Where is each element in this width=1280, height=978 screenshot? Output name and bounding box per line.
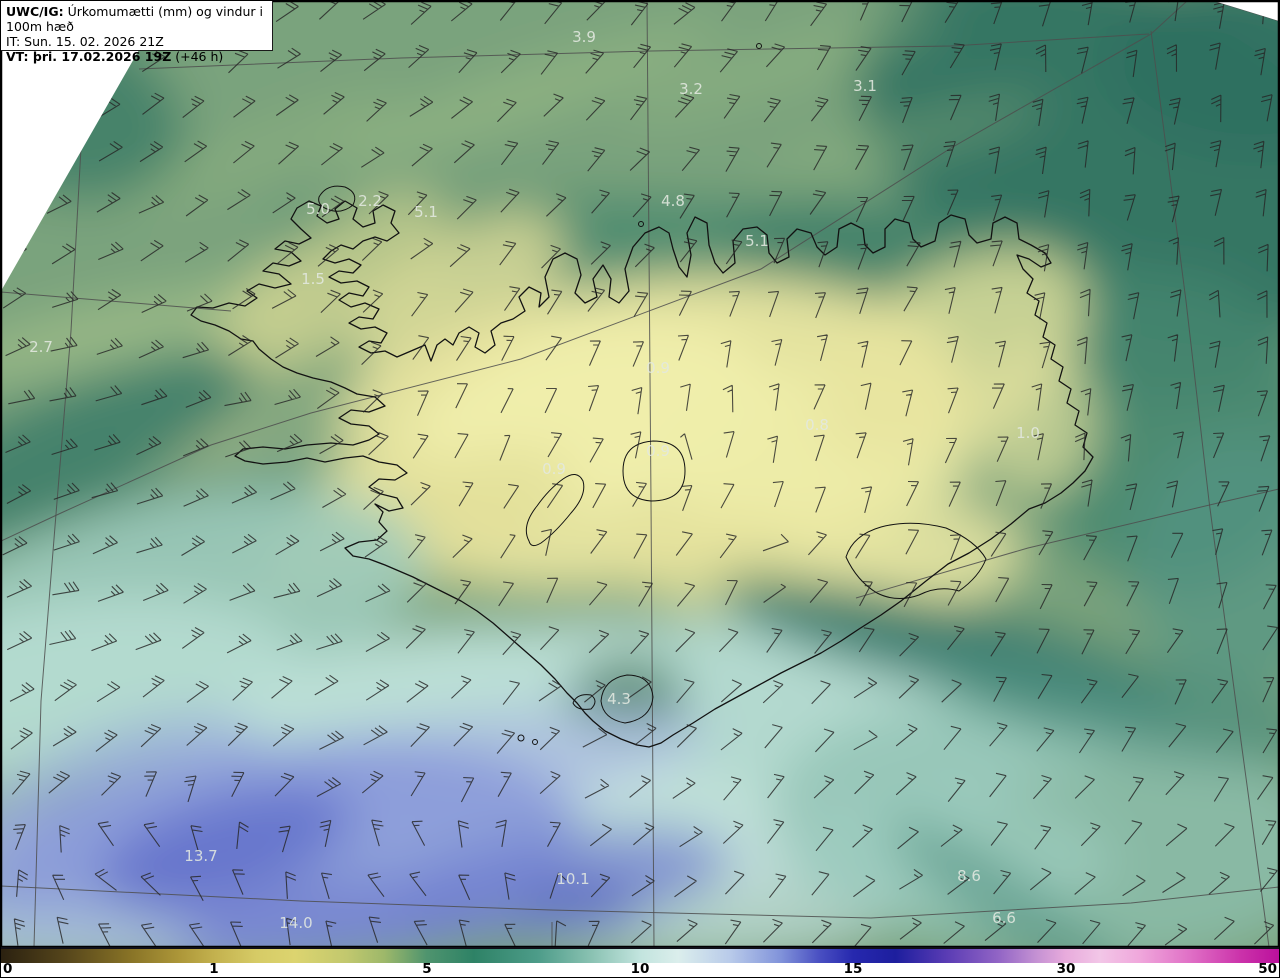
precip-value-label: 3.9 (572, 28, 596, 46)
valid-time: VT: þri. 17.02.2026 19Z (6, 49, 172, 64)
colorbar-tick-label: 15 (843, 961, 863, 977)
colorbar-tick-label: 30 (1056, 961, 1076, 977)
title-box: UWC/IG: Úrkomumætti (mm) og vindur i 100… (1, 1, 273, 64)
colorbar-tick-labels: 0 1 5 10 15 30 50 (1, 961, 1279, 977)
title-line-init-time: IT: Sun. 15. 02. 2026 21Z (6, 34, 164, 49)
precip-value-label: 0.9 (646, 442, 670, 460)
product-id: UWC/IG: (6, 4, 64, 19)
precip-value-label: 14.0 (279, 914, 312, 932)
colorbar-tick-label: 5 (422, 961, 432, 977)
precip-value-label: 2.2 (358, 192, 382, 210)
precip-field (1, 1, 1279, 947)
precip-value-label: 3.1 (853, 77, 877, 95)
precip-value-label: 5.1 (745, 232, 769, 250)
precip-value-label: 8.6 (957, 867, 981, 885)
weather-map-root: 3.93.23.115.35.02.25.14.85.12.71.50.90.8… (0, 0, 1280, 978)
colorbar-tick-label: 1 (209, 961, 219, 977)
precip-value-label: 1.5 (301, 270, 325, 288)
colorbar-tick-label: 50 (1258, 961, 1277, 977)
precip-value-label: 13.7 (184, 847, 217, 865)
colorbar-tick-label: 0 (3, 961, 13, 977)
colorbar-tick-label: 10 (630, 961, 650, 977)
precip-value-label: 10.1 (556, 870, 589, 888)
precip-value-label: 4.3 (607, 690, 631, 708)
precip-value-label: 5.1 (414, 203, 438, 221)
precip-value-label: 5.0 (306, 200, 330, 218)
precip-value-label: 0.8 (805, 416, 829, 434)
precip-value-label: 0.9 (542, 460, 566, 478)
precip-value-label: 1.0 (1016, 424, 1040, 442)
map-canvas: 3.93.23.115.35.02.25.14.85.12.71.50.90.8… (1, 1, 1279, 947)
valid-offset: (+46 h) (171, 49, 224, 64)
precip-value-label: 4.8 (661, 192, 685, 210)
precip-value-label: 3.2 (679, 80, 703, 98)
precip-value-label: 2.7 (29, 338, 53, 356)
precip-value-label: 0.9 (646, 359, 670, 377)
title-line-valid-time: VT: þri. 17.02.2026 19Z (+46 h) (6, 49, 272, 64)
precip-value-label: 6.6 (992, 909, 1016, 927)
title-line-product: UWC/IG: Úrkomumætti (mm) og vindur i 100… (6, 4, 272, 34)
